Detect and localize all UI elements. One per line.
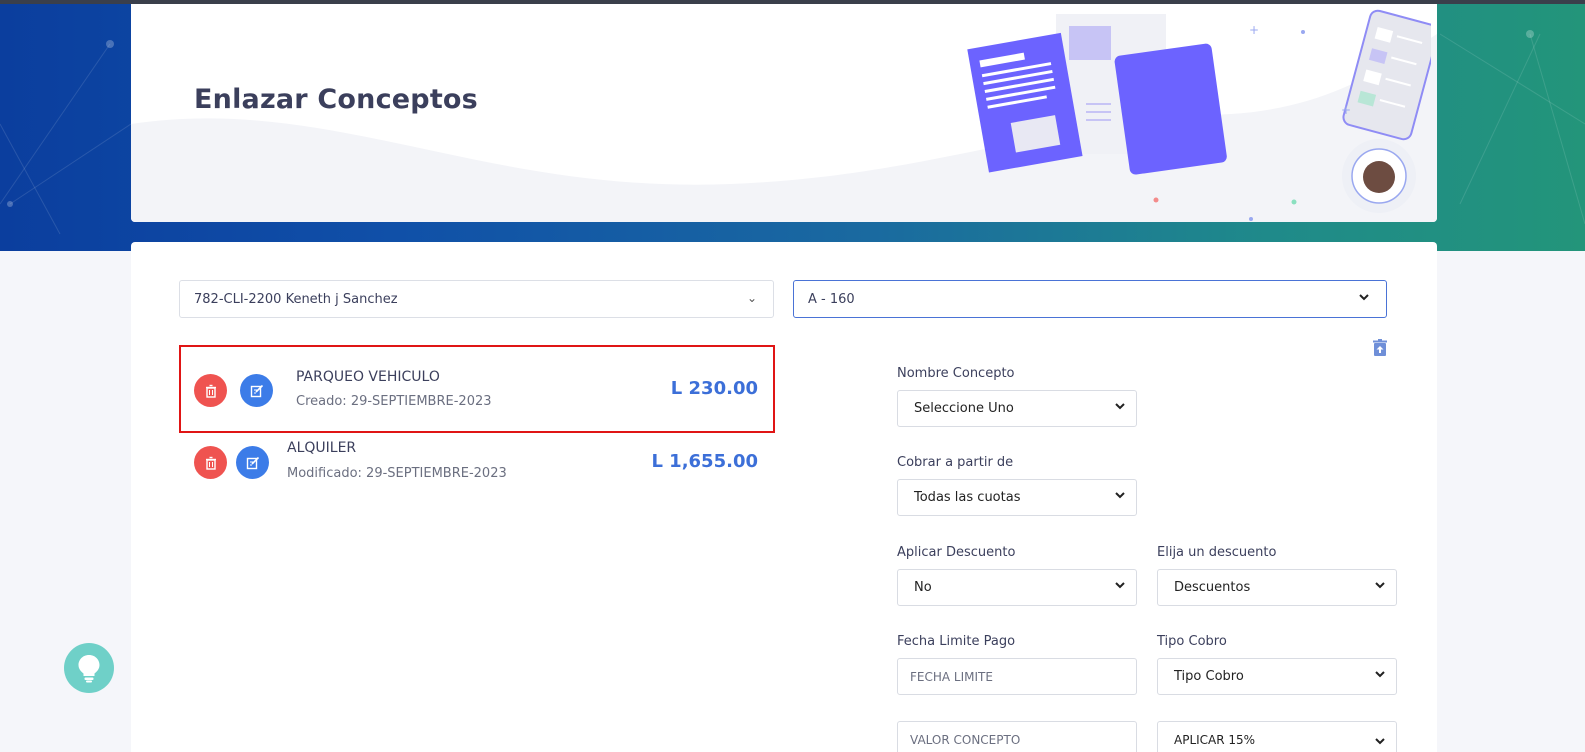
elija-descuento-value: Descuentos [1174, 580, 1251, 595]
edit-concept-button[interactable] [240, 374, 273, 407]
edit-concept-button[interactable] [236, 446, 269, 479]
valor-concepto-input[interactable]: VALOR CONCEPTO [897, 721, 1137, 752]
help-button[interactable] [64, 643, 114, 693]
impuesto-select[interactable]: APLICAR 15% [1157, 721, 1397, 752]
trash-icon [205, 384, 216, 398]
fecha-limite-label: Fecha Limite Pago [897, 634, 1016, 649]
chevron-down-icon [1374, 735, 1386, 750]
svg-text:+: + [1341, 103, 1351, 117]
svg-text:+: + [1249, 23, 1259, 37]
chevron-down-icon [1358, 291, 1370, 306]
trash-upload-icon [1373, 339, 1387, 356]
client-select-value: 782-CLI-2200 Keneth j Sanchez [194, 291, 398, 307]
chevron-down-icon [1374, 668, 1386, 683]
delete-concept-button[interactable] [194, 374, 227, 407]
unit-select-value: A - 160 [808, 291, 855, 307]
cobrar-a-partir-select[interactable]: Todas las cuotas [897, 479, 1137, 516]
concept-amount: L 230.00 [670, 378, 758, 399]
trash-icon [205, 456, 216, 470]
hero-card: Enlazar Conceptos + + [131, 4, 1437, 222]
edit-icon [246, 456, 259, 469]
cobrar-a-partir-label: Cobrar a partir de [897, 455, 1014, 470]
aplicar-descuento-label: Aplicar Descuento [897, 545, 1016, 560]
concept-amount: L 1,655.00 [651, 451, 758, 472]
chevron-down-icon [1114, 579, 1126, 594]
fecha-limite-input[interactable]: FECHA LIMITE [897, 658, 1137, 695]
nombre-concepto-label: Nombre Concepto [897, 366, 1015, 381]
cobrar-a-partir-value: Todas las cuotas [914, 490, 1021, 505]
impuesto-value: APLICAR 15% [1174, 733, 1256, 747]
client-select[interactable]: 782-CLI-2200 Keneth j Sanchez ⌄ [179, 280, 774, 318]
elija-descuento-label: Elija un descuento [1157, 545, 1277, 560]
aplicar-descuento-value: No [914, 580, 932, 595]
unit-select[interactable]: A - 160 [793, 280, 1387, 318]
delete-concept-button[interactable] [194, 446, 227, 479]
concept-date: Creado: 29-SEPTIEMBRE-2023 [296, 394, 492, 409]
fecha-limite-placeholder: FECHA LIMITE [910, 669, 993, 684]
documents-illustration: + + [967, 9, 1431, 221]
chevron-down-icon [1114, 489, 1126, 504]
chevron-down-icon [1374, 579, 1386, 594]
tipo-cobro-label: Tipo Cobro [1157, 634, 1227, 649]
concept-name: PARQUEO VEHICULO [296, 369, 440, 385]
aplicar-descuento-select[interactable]: No [897, 569, 1137, 606]
concept-name: ALQUILER [287, 440, 357, 456]
edit-icon [250, 384, 263, 397]
elija-descuento-select[interactable]: Descuentos [1157, 569, 1397, 606]
tipo-cobro-select[interactable]: Tipo Cobro [1157, 658, 1397, 695]
nombre-concepto-select[interactable]: Seleccione Uno [897, 390, 1137, 427]
lightbulb-icon [78, 655, 100, 683]
nombre-concepto-value: Seleccione Uno [914, 401, 1014, 416]
page-title: Enlazar Conceptos [194, 84, 478, 115]
chevron-down-icon [1114, 400, 1126, 415]
tipo-cobro-value: Tipo Cobro [1174, 669, 1244, 684]
concept-date: Modificado: 29-SEPTIEMBRE-2023 [287, 466, 507, 481]
valor-concepto-placeholder: VALOR CONCEPTO [910, 733, 1021, 747]
clear-form-button[interactable] [1370, 338, 1390, 362]
chevron-down-icon: ⌄ [746, 291, 757, 305]
